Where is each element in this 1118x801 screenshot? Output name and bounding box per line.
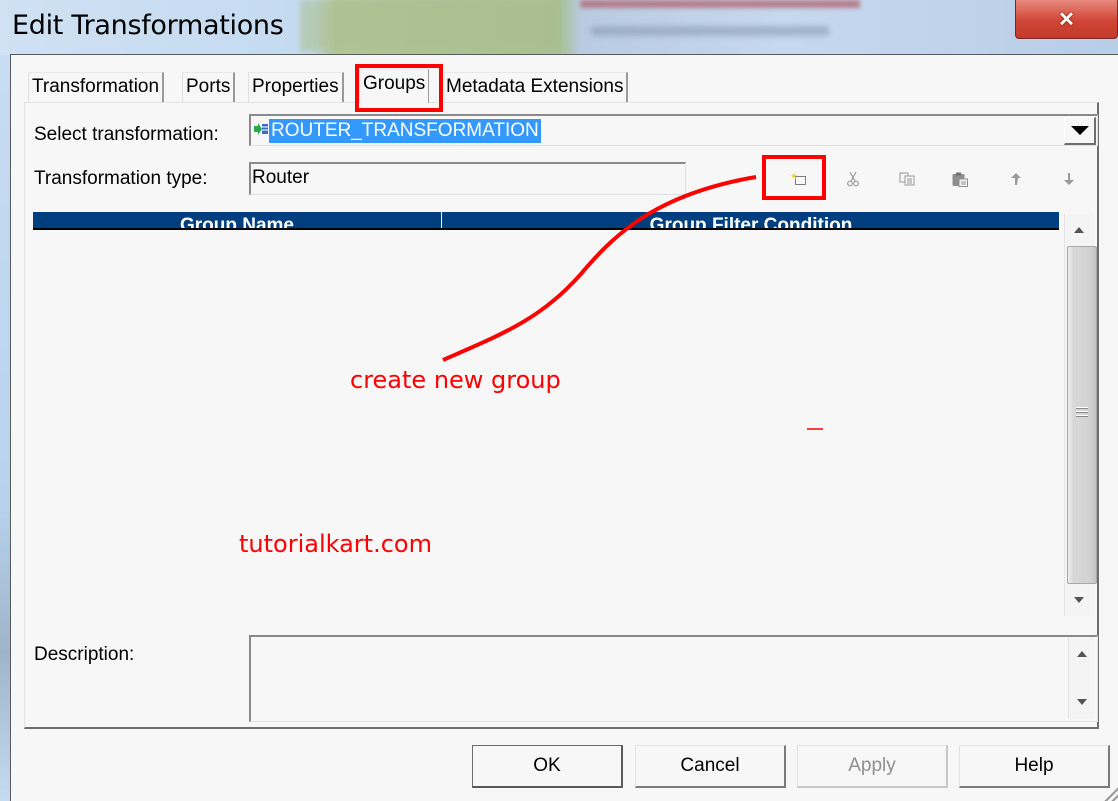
tab-metadata-extensions[interactable]: Metadata Extensions: [442, 72, 629, 102]
move-down-button[interactable]: [1058, 168, 1080, 190]
close-icon: ✕: [1058, 8, 1075, 31]
window-title: Edit Transformations: [12, 10, 284, 41]
select-transformation-dropdown[interactable]: ROUTER_TRANSFORMATION: [249, 114, 1098, 146]
close-button[interactable]: ✕: [1015, 0, 1118, 39]
tab-transformation[interactable]: Transformation: [28, 72, 165, 102]
paste-button[interactable]: [949, 168, 971, 190]
arrow-up-icon: [1011, 173, 1021, 185]
tab-groups[interactable]: Groups: [359, 69, 430, 103]
scroll-down-button[interactable]: [1077, 699, 1087, 705]
paste-icon: [952, 172, 968, 187]
scroll-up-button[interactable]: [1065, 214, 1093, 246]
arrow-down-icon: [1074, 597, 1084, 603]
groups-grid-header: Group Name Group Filter Condition: [33, 212, 1059, 230]
arrow-up-icon: [1077, 651, 1087, 657]
column-header-group-filter-condition[interactable]: Group Filter Condition: [443, 212, 1059, 228]
scroll-down-button[interactable]: [1065, 584, 1093, 616]
ok-button[interactable]: OK: [472, 745, 623, 788]
description-label: Description:: [34, 644, 135, 665]
chevron-down-icon: [1070, 126, 1089, 135]
arrow-down-icon: [1077, 699, 1087, 705]
background-blur: [590, 26, 830, 36]
cancel-button[interactable]: Cancel: [635, 745, 786, 788]
new-item-icon: [791, 173, 806, 185]
scroll-up-button[interactable]: [1077, 651, 1087, 657]
arrow-up-icon: [1074, 227, 1084, 233]
router-transformation-icon: [254, 123, 268, 135]
column-header-group-name[interactable]: Group Name: [33, 212, 442, 228]
title-bar: Edit Transformations: [0, 0, 1118, 55]
arrow-down-icon: [1064, 173, 1074, 185]
transformation-type-label: Transformation type:: [34, 168, 208, 189]
tab-properties[interactable]: Properties: [248, 72, 344, 102]
transformation-type-field: Router: [249, 162, 686, 195]
description-scrollbar[interactable]: [1068, 637, 1094, 719]
description-field[interactable]: [249, 635, 1098, 722]
scissors-icon: [847, 171, 859, 187]
background-blur: [580, 0, 860, 8]
callout-text: create new group: [350, 366, 561, 394]
tab-ports[interactable]: Ports: [182, 72, 236, 102]
watermark-text: tutorialkart.com: [239, 530, 432, 558]
help-button[interactable]: Help: [959, 745, 1110, 788]
dropdown-button[interactable]: [1064, 117, 1096, 145]
copy-icon: [899, 172, 915, 186]
cut-button[interactable]: [842, 168, 864, 190]
copy-button[interactable]: [896, 168, 918, 190]
groups-grid-body[interactable]: [33, 232, 1059, 616]
move-up-button[interactable]: [1005, 168, 1027, 190]
selected-transformation: ROUTER_TRANSFORMATION: [269, 119, 541, 143]
window-frame: [0, 55, 10, 801]
apply-button[interactable]: Apply: [797, 745, 948, 788]
scrollbar-thumb[interactable]: [1067, 246, 1097, 584]
select-transformation-label: Select transformation:: [34, 124, 219, 145]
new-group-button[interactable]: [788, 168, 810, 190]
background-blur: [300, 0, 560, 52]
grid-scrollbar[interactable]: [1064, 214, 1097, 616]
grip-icon: [1076, 407, 1088, 419]
